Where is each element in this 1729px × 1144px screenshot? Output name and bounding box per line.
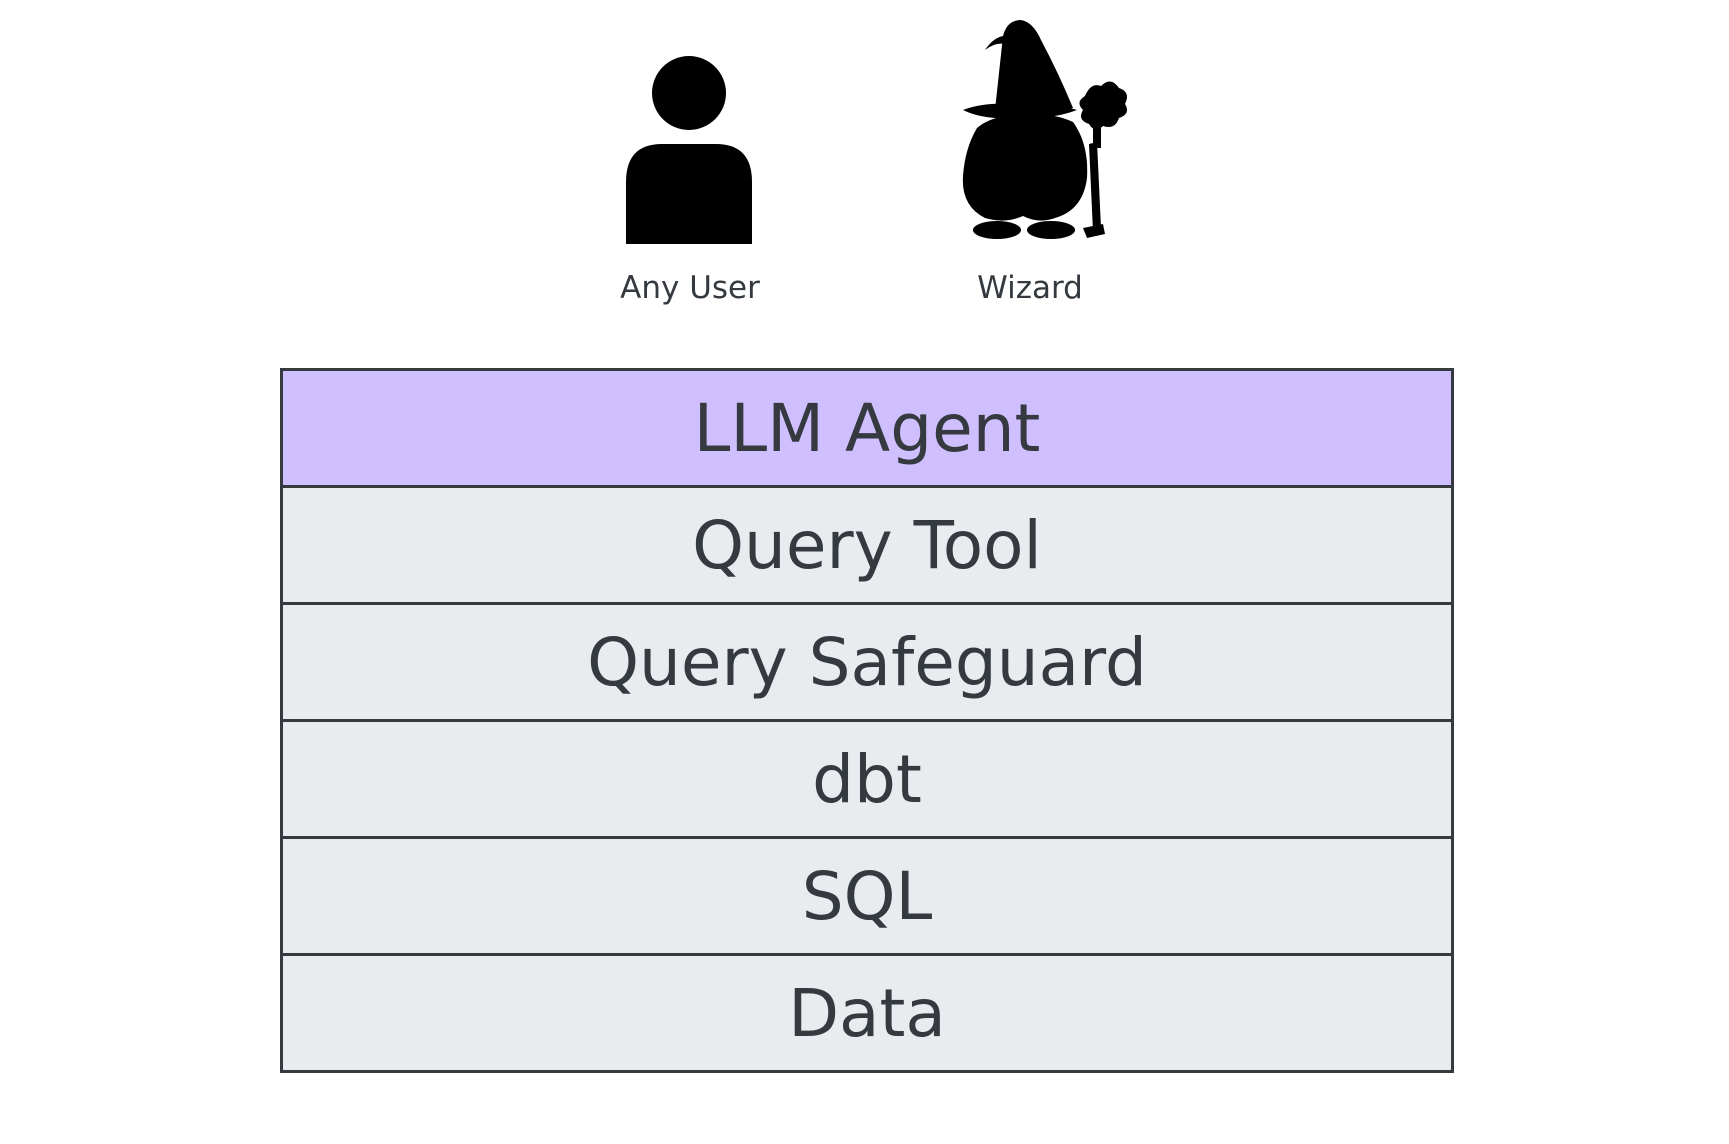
any-user-label: Any User [620,270,760,306]
layer-data: Data [283,953,1451,1070]
layer-query-tool: Query Tool [283,485,1451,602]
architecture-stack: LLM Agent Query Tool Query Safeguard dbt… [280,368,1454,1073]
any-user-actor [614,52,764,252]
layer-sql: SQL [283,836,1451,953]
wizard-actor [955,18,1135,248]
layer-dbt: dbt [283,719,1451,836]
person-icon [626,56,752,244]
layer-query-safeguard: Query Safeguard [283,602,1451,719]
layer-llm-agent: LLM Agent [283,371,1451,485]
wizard-icon [962,20,1127,239]
wizard-label: Wizard [977,270,1083,306]
